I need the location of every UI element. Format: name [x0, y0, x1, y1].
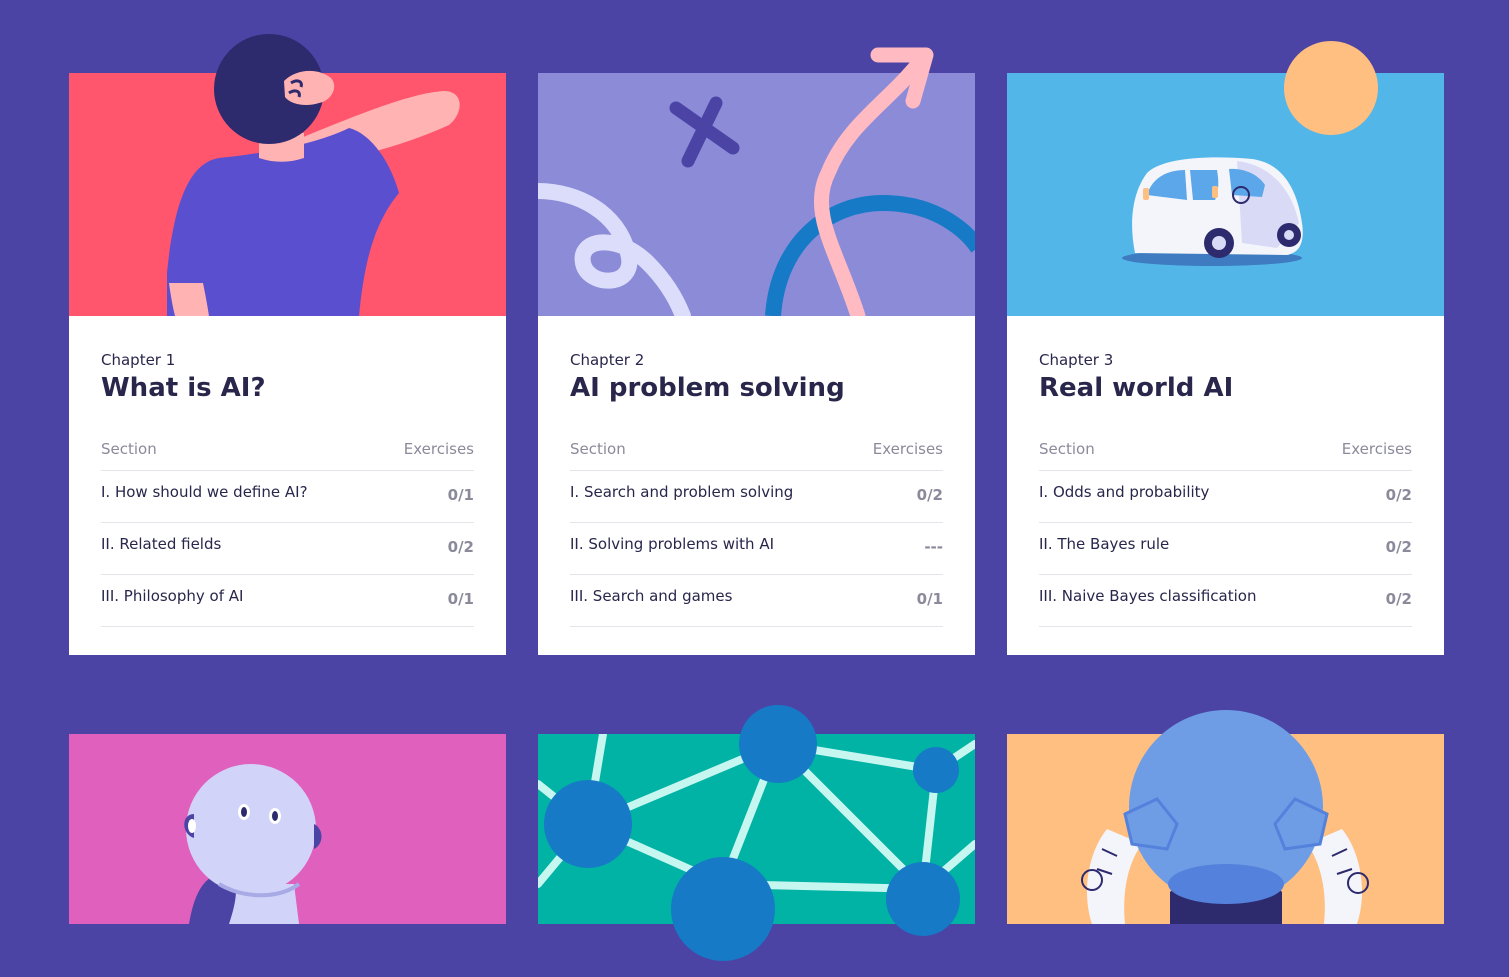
section-row[interactable]: III. Naive Bayes classification 0/2	[1039, 575, 1412, 627]
section-name[interactable]: III. Philosophy of AI	[101, 587, 243, 605]
robot-hands-sphere-illustration	[1007, 710, 1444, 977]
chapter-title[interactable]: Real world AI	[1039, 373, 1233, 403]
section-name[interactable]: III. Search and games	[570, 587, 732, 605]
exercises-column-header: Exercises	[1341, 440, 1412, 458]
section-table-header: Section Exercises	[101, 440, 474, 471]
path-and-arrow-illustration	[538, 47, 975, 324]
exercises-column-header: Exercises	[403, 440, 474, 458]
chapter-card-3-body: Chapter 3 Real world AI Section Exercise…	[1007, 316, 1444, 655]
section-row[interactable]: I. Odds and probability 0/2	[1039, 471, 1412, 523]
section-name[interactable]: II. Related fields	[101, 535, 221, 553]
section-row[interactable]: II. The Bayes rule 0/2	[1039, 523, 1412, 575]
exercise-count: 0/1	[447, 590, 474, 608]
section-row[interactable]: I. Search and problem solving 0/2	[570, 471, 943, 523]
section-name[interactable]: II. Solving problems with AI	[570, 535, 774, 553]
chapter-label: Chapter 1	[101, 351, 176, 369]
section-row[interactable]: I. How should we define AI? 0/1	[101, 471, 474, 523]
chapter-title[interactable]: AI problem solving	[570, 373, 845, 403]
section-name[interactable]: I. Odds and probability	[1039, 483, 1209, 501]
exercise-count: 0/2	[1385, 590, 1412, 608]
exercise-count: 0/1	[447, 486, 474, 504]
section-name[interactable]: I. Search and problem solving	[570, 483, 793, 501]
exercise-count: ---	[924, 538, 943, 556]
section-row[interactable]: II. Solving problems with AI ---	[570, 523, 943, 575]
self-driving-car-illustration	[1007, 41, 1444, 316]
exercise-count: 0/1	[916, 590, 943, 608]
chapter-card-2-body: Chapter 2 AI problem solving Section Exe…	[538, 316, 975, 655]
section-name[interactable]: I. How should we define AI?	[101, 483, 308, 501]
section-table-header: Section Exercises	[1039, 440, 1412, 471]
chapter-label: Chapter 3	[1039, 351, 1114, 369]
neural-network-illustration	[538, 705, 975, 977]
exercises-column-header: Exercises	[872, 440, 943, 458]
section-name[interactable]: III. Naive Bayes classification	[1039, 587, 1256, 605]
exercise-count: 0/2	[916, 486, 943, 504]
exercise-count: 0/2	[1385, 486, 1412, 504]
section-row[interactable]: III. Philosophy of AI 0/1	[101, 575, 474, 627]
section-column-header: Section	[570, 440, 626, 458]
exercise-count: 0/2	[447, 538, 474, 556]
section-column-header: Section	[101, 440, 157, 458]
section-table-header: Section Exercises	[570, 440, 943, 471]
section-row[interactable]: III. Search and games 0/1	[570, 575, 943, 627]
chapter-label: Chapter 2	[570, 351, 645, 369]
section-name[interactable]: II. The Bayes rule	[1039, 535, 1169, 553]
exercise-count: 0/2	[1385, 538, 1412, 556]
section-column-header: Section	[1039, 440, 1095, 458]
section-row[interactable]: II. Related fields 0/2	[101, 523, 474, 575]
robot-head-illustration	[69, 734, 506, 977]
chapter-card-1-body: Chapter 1 What is AI? Section Exercises …	[69, 316, 506, 655]
chapter-title[interactable]: What is AI?	[101, 373, 266, 403]
person-scratching-head-illustration	[69, 34, 506, 316]
